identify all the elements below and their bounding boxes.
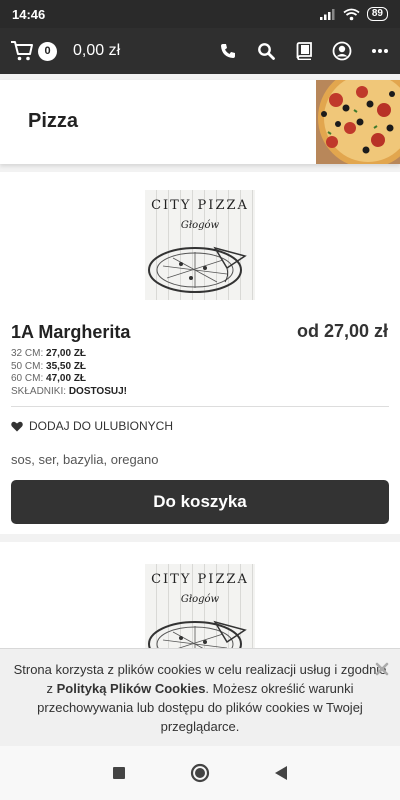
logo-title: CITY PIZZA: [151, 572, 249, 587]
battery-icon: 89: [366, 7, 388, 21]
logo-subtitle: Głogów: [180, 594, 220, 605]
wifi-icon: [343, 8, 360, 20]
more-icon[interactable]: [370, 41, 390, 61]
customize-link[interactable]: DOSTOSUJ!: [69, 386, 127, 397]
product-name[interactable]: 1A Margherita: [11, 322, 130, 343]
add-to-favorites-button[interactable]: DODAJ DO ULUBIONYCH: [11, 419, 173, 433]
cart-total: 0,00 zł: [73, 42, 121, 59]
heart-icon: [11, 421, 23, 431]
variant-row: 50 CM: 35,50 ZŁ: [11, 360, 87, 372]
status-time: 14:46: [12, 6, 46, 22]
phone-icon[interactable]: [218, 41, 238, 61]
product-card: CITY PIZZA Głogów 1A Margherita od 27,00…: [0, 172, 400, 534]
variant-row: 60 CM: 47,00 ZŁ: [11, 373, 87, 384]
product-price: od 27,00 zł: [296, 321, 388, 341]
category-title: Pizza: [28, 110, 79, 132]
cookie-policy-link[interactable]: Polityką Plików Cookies: [57, 681, 206, 696]
ingredients-row: SKŁADNIKI: DOSTOSUJ!: [11, 385, 127, 397]
back-icon[interactable]: [274, 765, 288, 781]
system-navigation-bar: [0, 746, 400, 800]
cart-icon: [11, 41, 33, 61]
app-bar: 0 0,00 zł: [0, 28, 400, 74]
logo-title: CITY PIZZA: [151, 198, 249, 213]
add-to-cart-button[interactable]: Do koszyka: [11, 480, 389, 524]
status-icons: 89: [319, 7, 388, 21]
product-card: CITY PIZZA Głogów: [0, 542, 400, 674]
recents-icon[interactable]: [112, 766, 126, 780]
pizza-sketch-icon: [148, 246, 247, 293]
home-icon[interactable]: [190, 763, 210, 783]
category-image: [316, 80, 400, 164]
search-icon[interactable]: [256, 41, 276, 61]
logo-subtitle: Głogów: [180, 220, 220, 231]
account-icon[interactable]: [332, 41, 352, 61]
cookie-banner: Strona korzysta z plików cookies w celu …: [0, 648, 400, 746]
signal-icon: [319, 9, 335, 20]
product-logo: CITY PIZZA Głogów: [145, 190, 255, 300]
product-variants: 32 CM: 27,00 ZŁ 50 CM: 35,50 ZŁ 60 CM: 4…: [11, 348, 127, 398]
product-description: sos, ser, bazylia, oregano: [11, 452, 159, 467]
favorites-label: DODAJ DO ULUBIONYCH: [29, 419, 174, 433]
book-icon[interactable]: [294, 41, 314, 61]
cart-button[interactable]: 0: [10, 40, 57, 62]
status-bar: 14:46 89: [0, 0, 400, 28]
category-header[interactable]: Pizza: [0, 80, 400, 164]
variant-row: 32 CM: 27,00 ZŁ: [11, 348, 87, 359]
divider: [11, 406, 389, 407]
cart-count-badge: 0: [38, 41, 57, 61]
close-icon[interactable]: [374, 661, 390, 677]
